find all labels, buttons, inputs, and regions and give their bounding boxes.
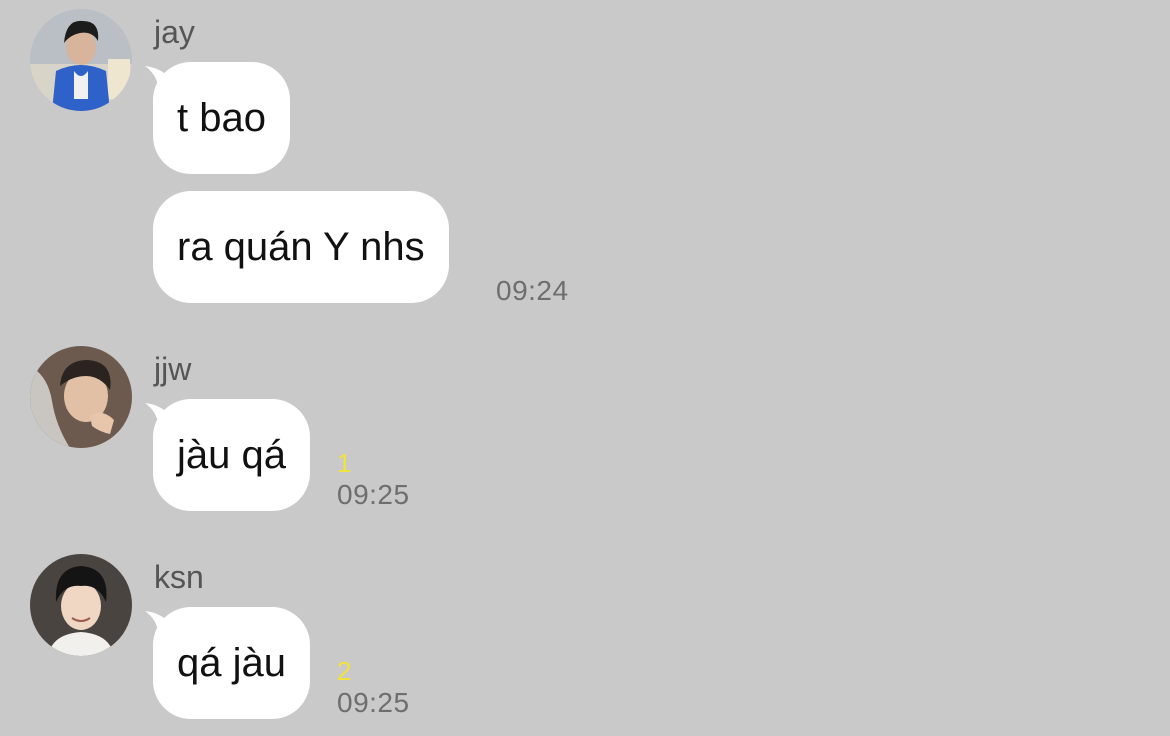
message-time: 09:25 (337, 479, 410, 510)
avatar-jjw[interactable] (30, 346, 132, 448)
sender-name: jjw (154, 351, 192, 387)
message-time: 09:24 (496, 275, 569, 306)
message-bubble[interactable]: t bao (153, 62, 290, 174)
chat-message-list: jay t bao ra quán Y nhs 09:24 jjw jàu qá… (0, 0, 1170, 736)
message-meta: 1 09:25 (337, 448, 410, 510)
message-time: 09:25 (337, 687, 410, 718)
sender-name: jay (154, 14, 195, 50)
unread-count: 1 (337, 448, 352, 478)
sender-name: ksn (154, 559, 204, 595)
message-meta: 2 09:25 (337, 656, 410, 718)
unread-count: 2 (337, 656, 352, 686)
avatar-jay[interactable] (30, 9, 132, 111)
avatar-ksn[interactable] (30, 554, 132, 656)
message-bubble[interactable]: jàu qá (153, 399, 310, 511)
message-bubble[interactable]: qá jàu (153, 607, 310, 719)
message-meta: 09:24 (496, 276, 569, 306)
message-bubble[interactable]: ra quán Y nhs (153, 191, 449, 303)
